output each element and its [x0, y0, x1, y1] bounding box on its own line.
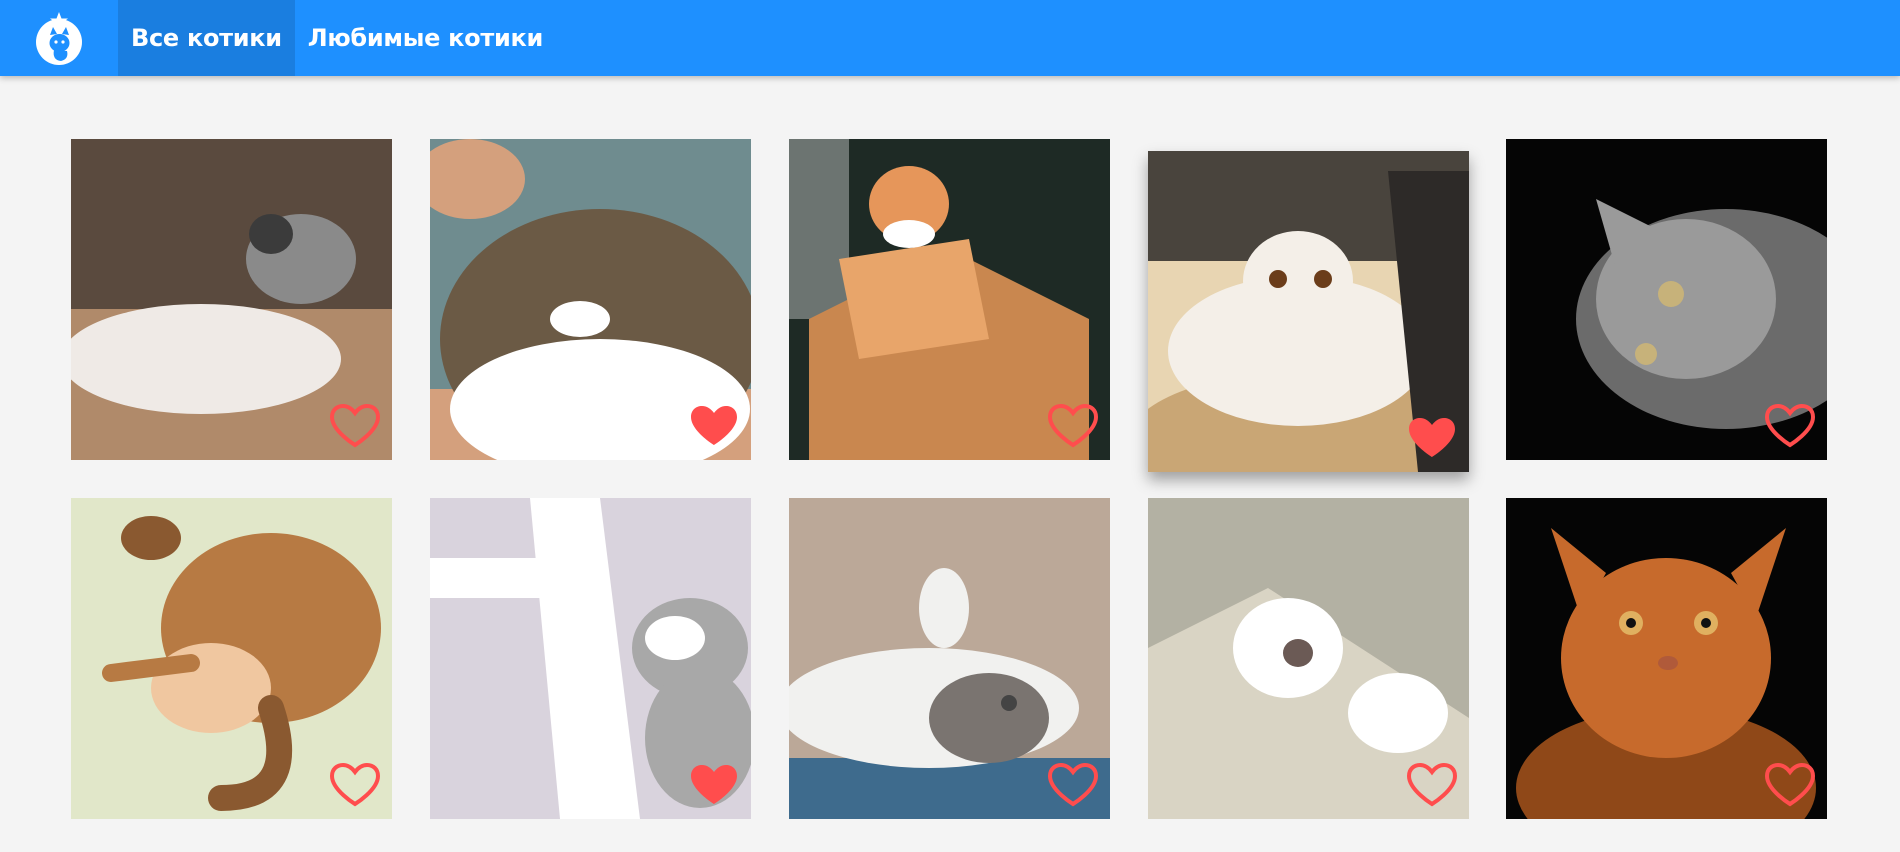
- favorite-heart-filled-icon[interactable]: [688, 762, 740, 808]
- favorite-heart-outline-icon[interactable]: [1764, 762, 1816, 808]
- favorite-heart-filled-icon[interactable]: [688, 403, 740, 449]
- cat-card[interactable]: [1148, 498, 1469, 819]
- tab-favorite-cats[interactable]: Любимые котики: [295, 0, 556, 76]
- cat-card[interactable]: [71, 498, 392, 819]
- cat-card[interactable]: [71, 139, 392, 460]
- cat-card[interactable]: [789, 498, 1110, 819]
- home-logo[interactable]: [0, 0, 118, 76]
- favorite-heart-outline-icon[interactable]: [1406, 762, 1458, 808]
- favorite-heart-outline-icon[interactable]: [1047, 762, 1099, 808]
- tab-favorite-cats-label: Любимые котики: [307, 24, 544, 52]
- cat-card[interactable]: [430, 498, 751, 819]
- cat-card[interactable]: [430, 139, 751, 460]
- tab-all-cats-label: Все котики: [131, 24, 282, 52]
- favorite-heart-outline-icon[interactable]: [1047, 403, 1099, 449]
- tab-all-cats[interactable]: Все котики: [118, 0, 295, 76]
- favorite-heart-outline-icon[interactable]: [1764, 403, 1816, 449]
- favorite-heart-outline-icon[interactable]: [329, 403, 381, 449]
- cat-card[interactable]: [1506, 498, 1827, 819]
- top-navigation-bar: Все котики Любимые котики: [0, 0, 1900, 76]
- favorite-heart-filled-icon[interactable]: [1406, 415, 1458, 461]
- cat-star-logo-icon: [36, 12, 82, 65]
- cat-card[interactable]: [789, 139, 1110, 460]
- cat-card[interactable]: [1506, 139, 1827, 460]
- favorite-heart-outline-icon[interactable]: [329, 762, 381, 808]
- cat-card[interactable]: [1148, 151, 1469, 472]
